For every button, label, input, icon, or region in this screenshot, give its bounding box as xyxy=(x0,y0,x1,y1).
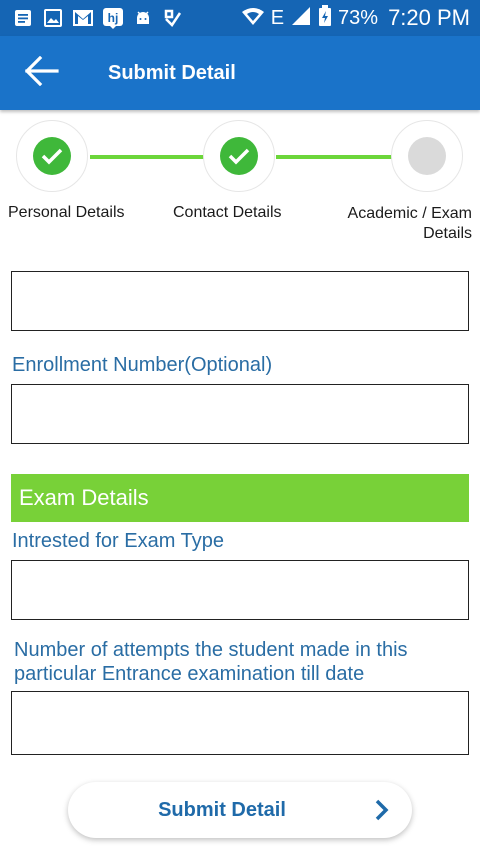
page-title: Submit Detail xyxy=(108,61,236,84)
status-bar: hj E 73% 7:20 PM xyxy=(0,0,480,36)
notification-icons: hj xyxy=(0,6,188,30)
section-title: Exam Details xyxy=(19,485,149,510)
attempts-label: Number of attempts the student made in t… xyxy=(14,639,408,685)
signal-icon xyxy=(290,6,312,31)
step-connector-2 xyxy=(276,155,392,159)
pending-dot-icon xyxy=(408,137,446,175)
check-icon xyxy=(220,137,258,175)
exam-type-label: Intrested for Exam Type xyxy=(12,530,224,552)
step-2-indicator xyxy=(203,120,275,192)
battery-percent: 73% xyxy=(338,6,379,29)
text-input-field[interactable] xyxy=(11,271,469,331)
document-icon xyxy=(8,6,38,30)
enrollment-number-input[interactable] xyxy=(11,384,469,444)
gmail-icon xyxy=(68,6,98,30)
hj-app-icon: hj xyxy=(98,6,128,30)
step-connector-1 xyxy=(90,155,204,159)
step-2-label: Contact Details xyxy=(173,204,282,221)
submit-button-label: Submit Detail xyxy=(158,798,286,821)
arrow-left-icon xyxy=(24,55,59,91)
step-1-indicator xyxy=(16,120,88,192)
step-1-label: Personal Details xyxy=(8,204,125,221)
system-status: E 73% 7:20 PM xyxy=(241,4,480,32)
progress-stepper: Personal Details Contact Details Academi… xyxy=(0,110,480,250)
step-3-label: Academic / Exam Details xyxy=(347,205,472,242)
image-icon xyxy=(38,6,68,30)
exam-details-section-header: Exam Details xyxy=(11,474,469,522)
step-3-indicator xyxy=(391,120,463,192)
submit-detail-button[interactable]: Submit Detail xyxy=(68,782,412,838)
clock: 7:20 PM xyxy=(388,5,470,30)
check-app-icon xyxy=(158,6,188,30)
attempts-input[interactable] xyxy=(11,691,469,755)
svg-text:hj: hj xyxy=(108,11,119,25)
enrollment-number-label: Enrollment Number(Optional) xyxy=(12,354,273,376)
battery-icon xyxy=(318,4,332,32)
app-bar: Submit Detail xyxy=(0,36,480,110)
chevron-right-icon xyxy=(352,798,412,822)
exam-type-input[interactable] xyxy=(11,560,469,620)
check-icon xyxy=(33,137,71,175)
back-button[interactable] xyxy=(0,36,84,110)
network-type: E xyxy=(270,6,285,29)
wifi-icon xyxy=(241,6,265,31)
android-icon xyxy=(128,6,158,30)
